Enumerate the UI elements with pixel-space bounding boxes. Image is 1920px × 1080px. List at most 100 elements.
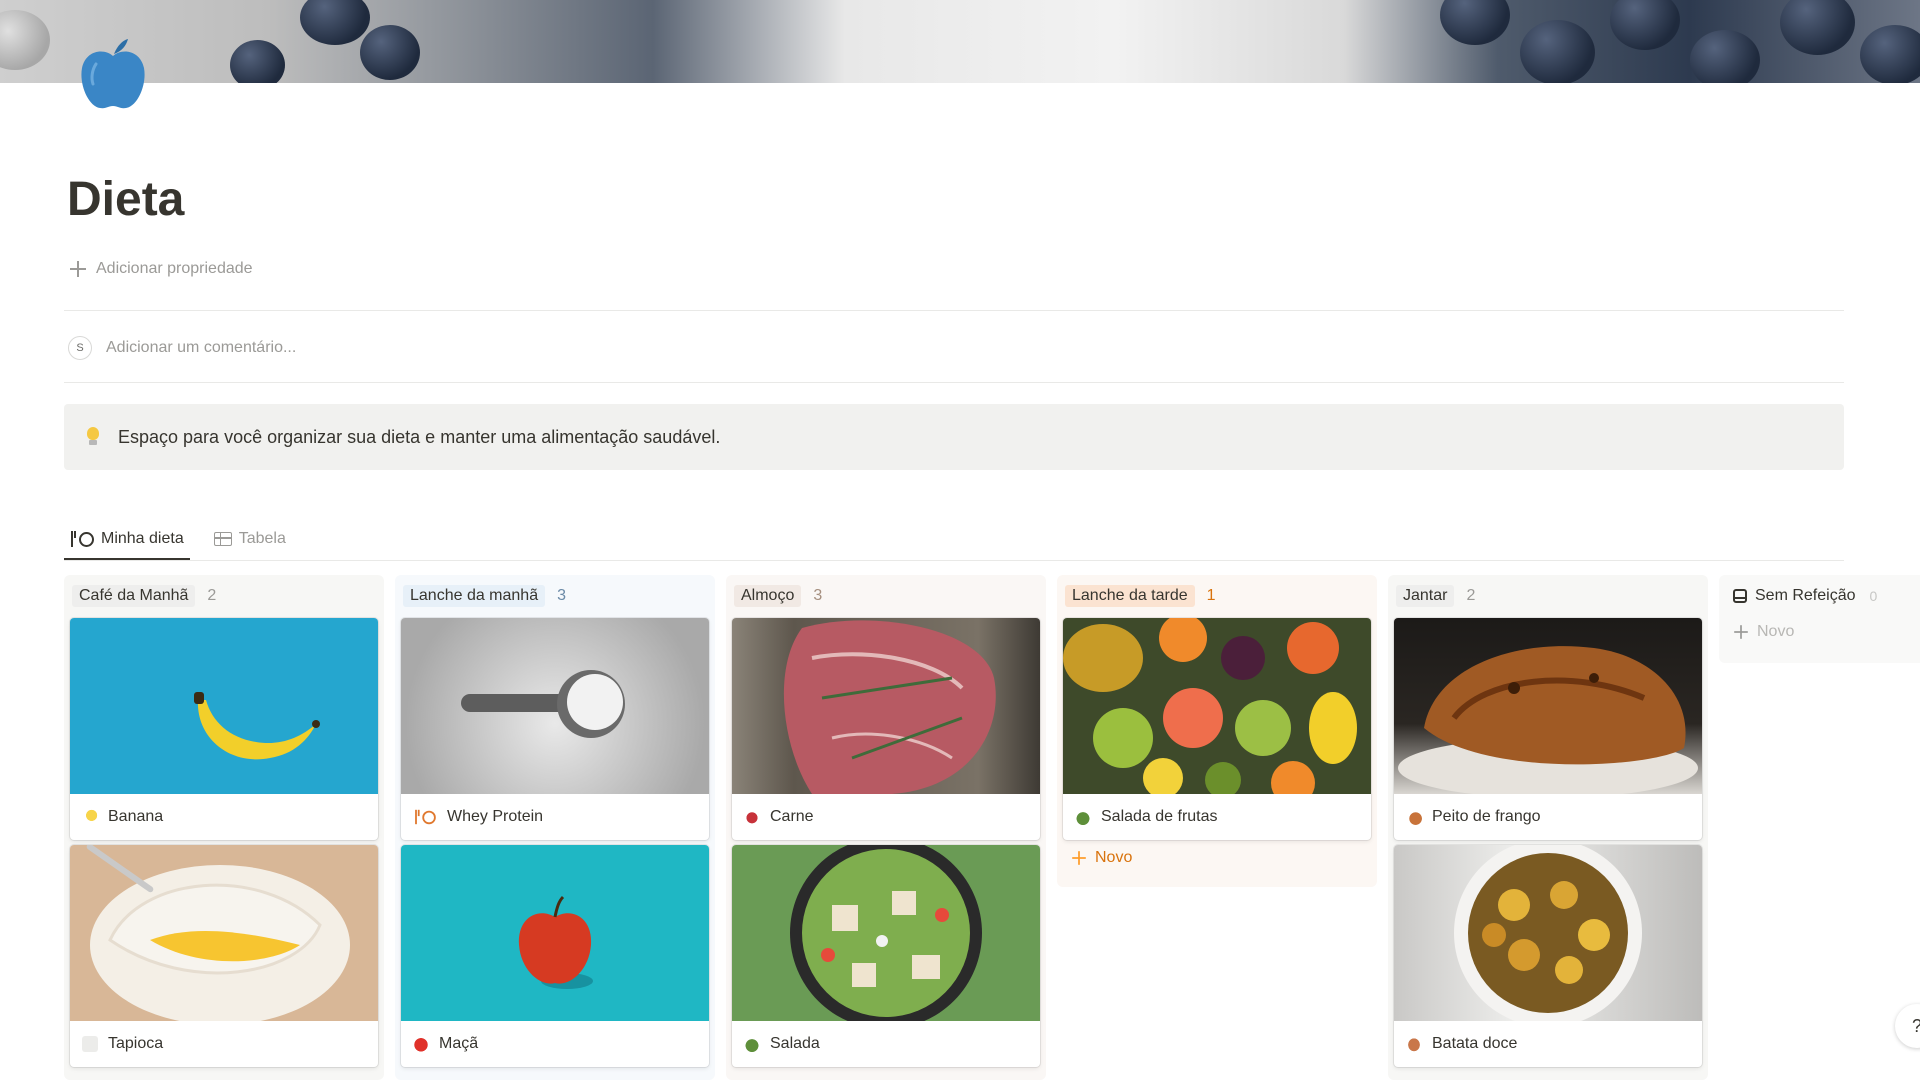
board-column-almoco: Almoço 3 Carne Salada: [726, 575, 1046, 1080]
board-card[interactable]: Peito de frango: [1394, 618, 1702, 840]
card-title: Tapioca: [108, 1035, 164, 1052]
new-card-label: Novo: [1757, 623, 1795, 640]
callout-block[interactable]: Espaço para você organizar sua dieta e m…: [64, 404, 1844, 470]
column-count: 2: [1466, 587, 1476, 604]
cutlery-plate-icon: [414, 809, 436, 825]
board-column-sem-refeicao: Sem Refeição 0 Novo: [1719, 575, 1920, 663]
card-title: Maçã: [439, 1035, 479, 1052]
tab-minha-dieta[interactable]: Minha dieta: [64, 520, 190, 560]
board-column-cafe-da-manha: Café da Manhã 2 Banana Tapioca: [64, 575, 384, 1080]
meat-icon: [744, 809, 760, 825]
inbox-icon: [1733, 589, 1747, 603]
card-title: Whey Protein: [447, 808, 544, 825]
column-header[interactable]: Jantar 2: [1388, 575, 1708, 617]
help-button[interactable]: ?: [1895, 1004, 1920, 1048]
card-title: Peito de frango: [1432, 808, 1541, 825]
card-cover-banana: [70, 618, 378, 794]
sweet-potato-icon: [1406, 1036, 1422, 1052]
plus-icon: [70, 261, 86, 277]
column-count: 0: [1869, 588, 1878, 604]
board-card[interactable]: Maçã: [401, 845, 709, 1067]
board-card[interactable]: Banana: [70, 618, 378, 840]
card-cover-maca: [401, 845, 709, 1021]
board-card[interactable]: Salada de frutas: [1063, 618, 1371, 840]
add-property-button[interactable]: Adicionar propriedade: [70, 260, 253, 278]
card-title-row: Salada: [732, 1021, 1040, 1067]
column-header[interactable]: Sem Refeição 0: [1719, 575, 1920, 617]
card-title: Banana: [108, 808, 164, 825]
card-cover-tapioca: [70, 845, 378, 1021]
column-title: Café da Manhã: [72, 585, 196, 607]
view-tabs: Minha dieta Tabela: [64, 520, 292, 560]
column-header[interactable]: Almoço 3: [726, 575, 1046, 617]
tab-label: Tabela: [238, 530, 286, 547]
new-card-button[interactable]: Novo: [1057, 849, 1132, 867]
avatar: S: [68, 336, 92, 360]
new-card-button[interactable]: Novo: [1719, 623, 1794, 641]
column-title: Lanche da manhã: [403, 585, 546, 607]
card-title: Salada: [770, 1035, 820, 1052]
banana-icon: [82, 809, 98, 825]
card-title-row: Batata doce: [1394, 1021, 1702, 1067]
card-cover-carne: [732, 618, 1040, 794]
comment-input[interactable]: S Adicionar um comentário...: [68, 336, 296, 360]
plus-icon: [1734, 625, 1748, 639]
column-count: 2: [207, 587, 217, 604]
comment-placeholder: Adicionar um comentário...: [106, 339, 297, 356]
card-title-row: Tapioca: [70, 1021, 378, 1067]
tab-label: Minha dieta: [101, 530, 184, 547]
column-title: Sem Refeição: [1755, 587, 1856, 604]
board-card[interactable]: Whey Protein: [401, 618, 709, 840]
column-title: Almoço: [734, 585, 802, 607]
card-title-row: Peito de frango: [1394, 794, 1702, 840]
column-title: Lanche da tarde: [1065, 585, 1195, 607]
column-count: 3: [557, 587, 567, 604]
page-cover-image[interactable]: [0, 0, 1920, 83]
card-cover-batata-doce: [1394, 845, 1702, 1021]
board-card[interactable]: Carne: [732, 618, 1040, 840]
divider: [64, 382, 1844, 383]
apple-icon: [413, 1036, 429, 1052]
card-title-row: Banana: [70, 794, 378, 840]
new-card-label: Novo: [1095, 849, 1133, 866]
card-title-row: Whey Protein: [401, 794, 709, 840]
card-cover-whey-protein: [401, 618, 709, 794]
add-property-label: Adicionar propriedade: [96, 260, 253, 277]
lightbulb-icon: [86, 427, 100, 447]
apple-icon[interactable]: [78, 36, 148, 112]
card-title-row: Maçã: [401, 1021, 709, 1067]
tab-tabela[interactable]: Tabela: [208, 520, 292, 558]
salad-icon: [744, 1036, 760, 1052]
card-title-row: Salada de frutas: [1063, 794, 1371, 840]
page-title[interactable]: Dieta: [67, 172, 184, 227]
chicken-leg-icon: [1406, 809, 1422, 825]
salad-icon: [1075, 809, 1091, 825]
callout-text: Espaço para você organizar sua dieta e m…: [118, 426, 721, 447]
column-count: 1: [1206, 587, 1216, 604]
board-column-jantar: Jantar 2 Peito de frango Batata doce: [1388, 575, 1708, 1080]
column-header[interactable]: Lanche da manhã 3: [395, 575, 715, 617]
column-title: Jantar: [1396, 585, 1455, 607]
cutlery-plate-icon: [70, 531, 94, 547]
table-icon: [213, 532, 232, 546]
column-count: 3: [813, 587, 823, 604]
tapioca-icon: [82, 1036, 98, 1052]
help-label: ?: [1912, 1016, 1920, 1037]
board-column-lanche-da-tarde: Lanche da tarde 1 Salada de frutas Novo: [1057, 575, 1377, 887]
card-cover-peito-de-frango: [1394, 618, 1702, 794]
board-card[interactable]: Batata doce: [1394, 845, 1702, 1067]
board-card[interactable]: Tapioca: [70, 845, 378, 1067]
plus-icon: [1072, 851, 1086, 865]
board-column-lanche-da-manha: Lanche da manhã 3 Whey Protein Maçã: [395, 575, 715, 1080]
card-cover-salada-de-frutas: [1063, 618, 1371, 794]
column-header[interactable]: Lanche da tarde 1: [1057, 575, 1377, 617]
divider: [64, 310, 1844, 311]
card-cover-salada: [732, 845, 1040, 1021]
board-card[interactable]: Salada: [732, 845, 1040, 1067]
column-header[interactable]: Café da Manhã 2: [64, 575, 384, 617]
card-title: Batata doce: [1432, 1035, 1518, 1052]
card-title: Salada de frutas: [1101, 808, 1218, 825]
card-title-row: Carne: [732, 794, 1040, 840]
card-title: Carne: [770, 808, 814, 825]
tabs-divider: [64, 560, 1844, 561]
